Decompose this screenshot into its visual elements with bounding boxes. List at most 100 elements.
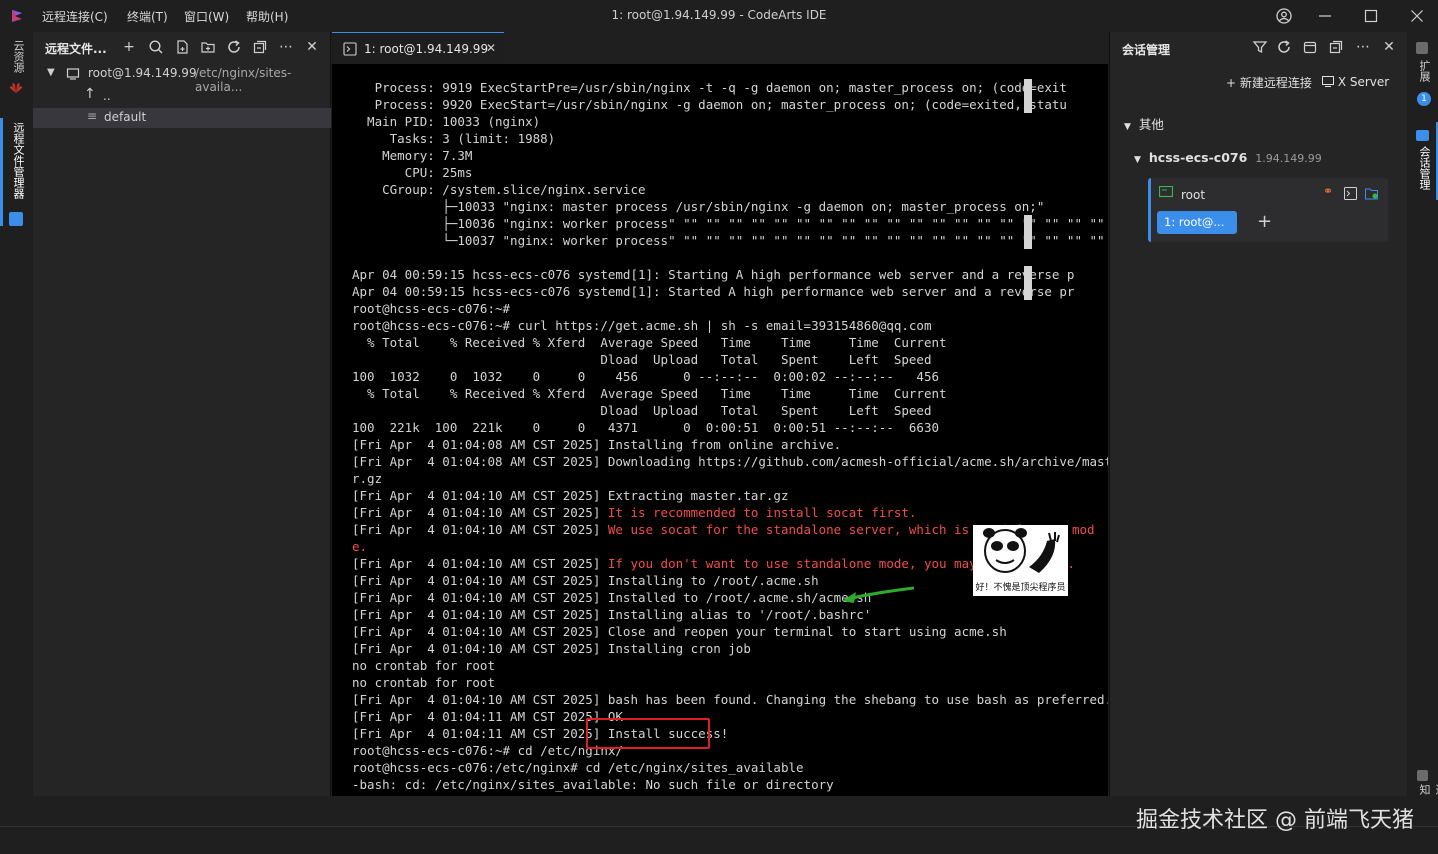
activity-notifications[interactable]: 通知 — [1416, 784, 1438, 796]
terminal-line: no crontab for root — [352, 675, 495, 690]
close-panel-icon[interactable]: ✕ — [304, 39, 320, 55]
status-bar: 掘金技术社区 @ 前端飞天猪 — [0, 796, 1438, 854]
extension-badge: 1 — [1417, 92, 1431, 106]
more-icon[interactable]: ⋯ — [278, 39, 294, 55]
extension-icon — [1416, 42, 1428, 54]
terminal-lines: Process: 9919 ExecStartPre=/usr/sbin/ngi… — [332, 79, 1108, 793]
watermark: 掘金技术社区 @ 前端飞天猪 — [1136, 808, 1414, 833]
terminal-line: 100 1032 0 1032 0 0 456 0 --:--:-- 0:00:… — [352, 369, 939, 384]
terminal-line: Apr 04 00:59:15 hcss-ecs-c076 systemd[1]… — [352, 284, 1075, 299]
new-remote-connection-label: 新建远程连接 — [1239, 76, 1312, 90]
terminal-line: [Fri Apr 4 01:04:10 AM CST 2025] Install… — [352, 641, 751, 656]
terminal-line: root@hcss-ecs-c076:~# cd /etc/nginx/ — [352, 743, 623, 758]
filter-icon[interactable] — [1252, 39, 1268, 55]
xserver-label: X Server — [1337, 75, 1390, 89]
terminal-line: root@hcss-ecs-c076:~# — [352, 301, 511, 316]
new-file-icon[interactable] — [174, 39, 190, 55]
xserver-button[interactable]: X Server — [1322, 75, 1389, 89]
menu-terminal[interactable]: 终端(T) — [127, 8, 168, 25]
terminal-line: 100 221k 100 221k 0 0 4371 0 0:00:51 0:0… — [352, 420, 939, 435]
remote-file-manager-icon — [9, 212, 23, 226]
link-icon[interactable]: ⚭ — [1323, 184, 1333, 198]
meme-sticker: 好！不愧是顶尖程序员 — [973, 525, 1068, 596]
line-overflow-marker — [1024, 79, 1032, 113]
add-icon[interactable]: + — [121, 39, 137, 55]
codearts-logo-icon — [12, 10, 22, 22]
close-window-icon[interactable] — [1402, 4, 1432, 28]
group-other[interactable]: ▼ 其他 — [1124, 114, 1164, 133]
server-icon — [66, 68, 80, 80]
install-success-highlight — [586, 718, 710, 749]
terminal-line: % Total % Received % Xferd Average Speed… — [352, 335, 947, 350]
tab-terminal-1-label: 1: root@1.94.149.99 — [364, 42, 489, 56]
terminal-output[interactable]: Process: 9919 ExecStartPre=/usr/sbin/ngi… — [332, 64, 1108, 796]
more-icon[interactable]: ⋯ — [1355, 39, 1371, 55]
explorer-header: 远程文件... + ⋯ ✕ — [33, 32, 331, 62]
host-ip: 1.94.149.99 — [1255, 152, 1322, 165]
new-remote-connection-button[interactable]: + 新建远程连接 — [1226, 74, 1312, 91]
chat-icon — [1416, 130, 1429, 141]
window-icon[interactable] — [1302, 39, 1318, 55]
terminal-line: [Fri Apr 4 01:04:08 AM CST 2025] Install… — [352, 437, 842, 452]
activity-remote-file-manager[interactable]: 远程文件管理器 — [10, 122, 26, 199]
terminal-line: [Fri Apr 4 01:04:11 AM CST 2025] OK — [352, 709, 623, 724]
terminal-icon — [343, 42, 357, 56]
right-activity-bar: 扩展 1 会话管理 通知 — [1408, 32, 1438, 796]
collapse-all-icon[interactable] — [252, 39, 268, 55]
terminal-open-icon[interactable] — [1344, 187, 1357, 200]
terminal-line: [Fri Apr 4 01:04:10 AM CST 2025] Close a… — [352, 624, 1007, 639]
terminal-line: Memory: 7.3M — [352, 148, 473, 163]
close-panel-icon[interactable]: ✕ — [1381, 39, 1397, 55]
terminal-line: [Fri Apr 4 01:04:11 AM CST 2025] Install… — [352, 726, 729, 741]
user-label[interactable]: root — [1181, 188, 1205, 202]
terminal-line: % Total % Received % Xferd Average Speed… — [352, 386, 947, 401]
tree-root-label: root@1.94.149.99 — [88, 66, 197, 80]
menu-window[interactable]: 窗口(W) — [184, 8, 229, 25]
terminal-line: CPU: 25ms — [352, 165, 473, 180]
panda-meme-icon — [983, 528, 1060, 573]
terminal-line: root@hcss-ecs-c076:/etc/nginx# cd /etc/n… — [352, 760, 804, 775]
tab-terminal-1[interactable]: 1: root@1.94.149.99 ✕ — [332, 32, 504, 64]
collapse-all-icon[interactable] — [1328, 39, 1344, 55]
activity-session-manager[interactable]: 会话管理 — [1416, 146, 1432, 190]
terminal-line: no crontab for root — [352, 658, 495, 673]
terminal-line: Dload Upload Total Spent Left Speed — [352, 403, 932, 418]
new-folder-icon[interactable] — [200, 39, 216, 55]
monitor-icon — [1322, 76, 1334, 87]
remote-file-explorer: 远程文件... + ⋯ ✕ ▼ root@1.94.149.99 /etc/ng… — [33, 32, 331, 796]
terminal-line: Process: 9920 ExecStart=/usr/sbin/nginx … — [352, 97, 1067, 112]
minimize-icon[interactable] — [1310, 4, 1340, 28]
terminal-line: [Fri Apr 4 01:04:10 AM CST 2025] bash ha… — [352, 692, 1108, 707]
maximize-icon[interactable] — [1356, 4, 1386, 28]
terminal-line: Process: 9919 ExecStartPre=/usr/sbin/ngi… — [352, 80, 1067, 95]
explorer-title: 远程文件... — [45, 42, 107, 56]
activity-extensions[interactable]: 扩展 — [1416, 60, 1432, 82]
refresh-icon[interactable] — [226, 39, 242, 55]
session-tab-button[interactable]: 1: root@... — [1157, 211, 1237, 234]
tree-parent-dir[interactable]: ↑ .. — [33, 86, 331, 106]
tree-file-default[interactable]: ≡ default — [33, 108, 331, 128]
line-overflow-marker — [1024, 266, 1032, 300]
menu-remote-connect[interactable]: 远程连接(C) — [42, 8, 108, 25]
activity-active-indicator — [0, 118, 3, 226]
host-node[interactable]: ▼ hcss-ecs-c076 1.94.149.99 — [1134, 150, 1322, 165]
terminal-line: Apr 04 00:59:15 hcss-ecs-c076 systemd[1]… — [352, 267, 1075, 282]
tree-root-node[interactable]: ▼ root@1.94.149.99 /etc/nginx/sites-avai… — [33, 64, 331, 94]
terminal-line: ├─10036 "nginx: worker process" "" "" ""… — [352, 216, 1108, 231]
terminal-line: Main PID: 10033 (nginx) — [352, 114, 541, 129]
refresh-icon[interactable] — [1276, 39, 1292, 55]
host-name: hcss-ecs-c076 — [1148, 150, 1248, 165]
search-icon[interactable] — [148, 39, 164, 55]
activity-bar: 云资源 远程文件管理器 — [0, 32, 33, 796]
bell-icon — [1417, 770, 1428, 781]
activity-cloud-resources[interactable]: 云资源 — [10, 40, 26, 73]
account-icon[interactable] — [1269, 4, 1299, 28]
menu-help[interactable]: 帮助(H) — [246, 8, 288, 25]
title-bar: 远程连接(C) 终端(T) 窗口(W) 帮助(H) 1: root@1.94.1… — [0, 0, 1438, 32]
arrow-up-icon: ↑ — [84, 86, 96, 102]
close-tab-icon[interactable]: ✕ — [486, 41, 496, 55]
folder-sync-icon[interactable] — [1365, 187, 1379, 200]
add-session-icon[interactable]: + — [1257, 211, 1272, 232]
huawei-icon — [10, 83, 22, 93]
